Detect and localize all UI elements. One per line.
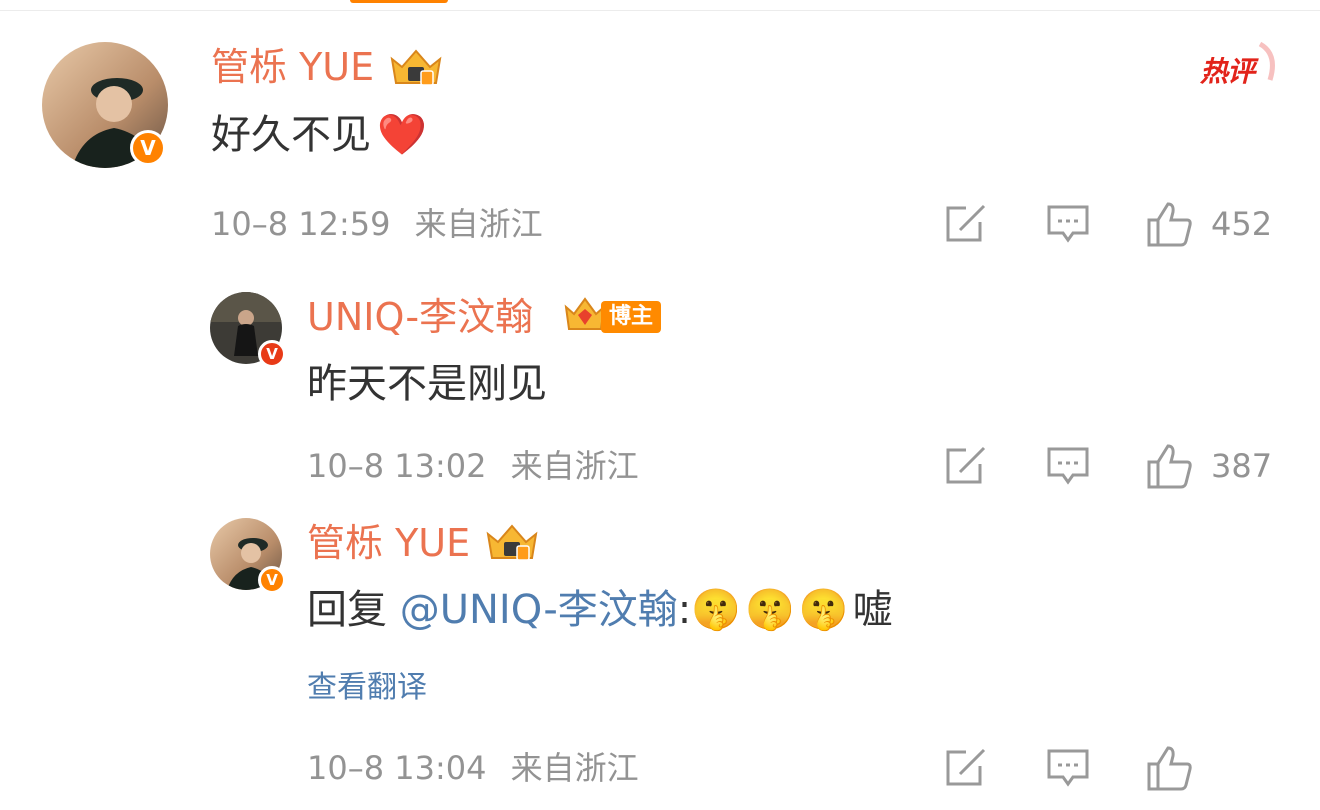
active-tab-indicator (350, 0, 448, 3)
mention-link[interactable]: @UNIQ-李汶翰 (400, 587, 678, 633)
crown-icon (390, 49, 442, 86)
verified-badge-icon: V (258, 566, 286, 594)
top-tab-bar (0, 0, 1320, 11)
verified-badge-icon: V (130, 130, 166, 166)
shush-emoji-icon: 🤫🤫🤫 (691, 587, 853, 633)
translate-link[interactable]: 查看翻译 (307, 673, 427, 703)
comment-meta: 10–8 13:02 来自浙江 (307, 450, 639, 482)
crown-icon (486, 524, 538, 561)
avatar[interactable]: V (210, 518, 286, 594)
hot-comment-badge: 热评 (1200, 40, 1280, 90)
username[interactable]: UNIQ-李汶翰 (307, 298, 533, 336)
like-count: 387 (1211, 447, 1273, 485)
repost-icon[interactable] (944, 748, 988, 788)
timestamp: 10–8 13:02 (307, 447, 487, 485)
comment-icon[interactable] (1046, 748, 1090, 788)
avatar[interactable]: V (210, 292, 286, 368)
thumb-up-icon[interactable] (1146, 200, 1194, 248)
avatar[interactable]: V (42, 42, 168, 168)
comment-meta: 10–8 13:04 来自浙江 (307, 752, 639, 784)
heart-icon: ❤️ (377, 112, 427, 158)
username[interactable]: 管栎 YUE (307, 524, 470, 562)
thumb-up-icon[interactable] (1146, 442, 1194, 490)
location: 来自浙江 (510, 447, 639, 485)
repost-icon[interactable] (944, 446, 988, 486)
comment-meta: 10–8 12:59 来自浙江 (211, 208, 543, 240)
repost-icon[interactable] (944, 204, 988, 244)
username[interactable]: 管栎 YUE (211, 48, 374, 86)
location: 来自浙江 (510, 749, 639, 787)
comment-text: 昨天不是刚见 (307, 361, 547, 407)
like-count: 452 (1211, 205, 1273, 243)
timestamp: 10–8 12:59 (211, 205, 391, 243)
blogger-tag: 博主 (601, 301, 662, 333)
comment-text: 好久不见 ❤️ (211, 112, 427, 158)
timestamp: 10–8 13:04 (307, 749, 487, 787)
comment-icon[interactable] (1046, 204, 1090, 244)
verified-badge-icon: V (258, 340, 286, 368)
location: 来自浙江 (414, 205, 543, 243)
comment-icon[interactable] (1046, 446, 1090, 486)
thumb-up-icon[interactable] (1146, 744, 1194, 792)
comment-text: 回复 @UNIQ-李汶翰:🤫🤫🤫嘘 (307, 587, 893, 633)
